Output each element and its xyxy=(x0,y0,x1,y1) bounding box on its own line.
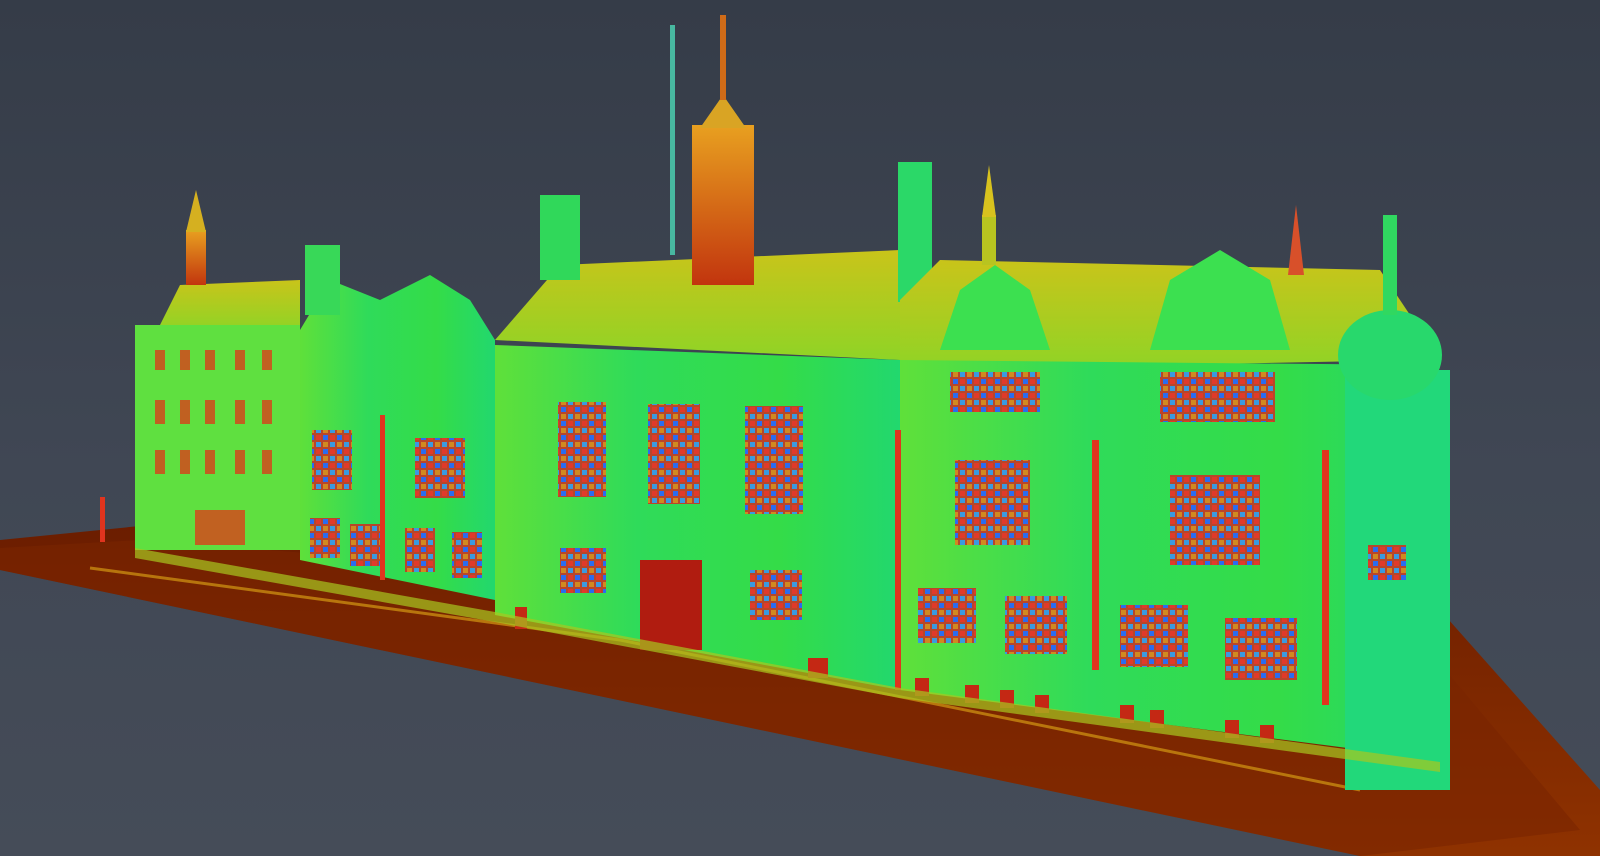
right-spire xyxy=(982,215,996,265)
clock-tower xyxy=(692,125,754,285)
right-gable-2 xyxy=(1150,250,1290,350)
red-spire-right xyxy=(1288,205,1304,275)
left-wing-roof xyxy=(160,280,300,330)
chimney-left xyxy=(305,245,340,315)
left-wing-spire xyxy=(186,230,206,285)
clock-tower-spire xyxy=(720,15,726,100)
point-cloud-viewport[interactable] xyxy=(0,0,1600,856)
chimney-central xyxy=(540,195,580,280)
corner-tower-dome xyxy=(1338,310,1442,400)
flag-pole xyxy=(670,25,675,255)
point-cloud-scene[interactable] xyxy=(0,0,1600,856)
left-wing-spire-top xyxy=(186,190,206,232)
right-spire-top xyxy=(982,165,996,217)
corner-tower-finial xyxy=(1383,215,1397,315)
